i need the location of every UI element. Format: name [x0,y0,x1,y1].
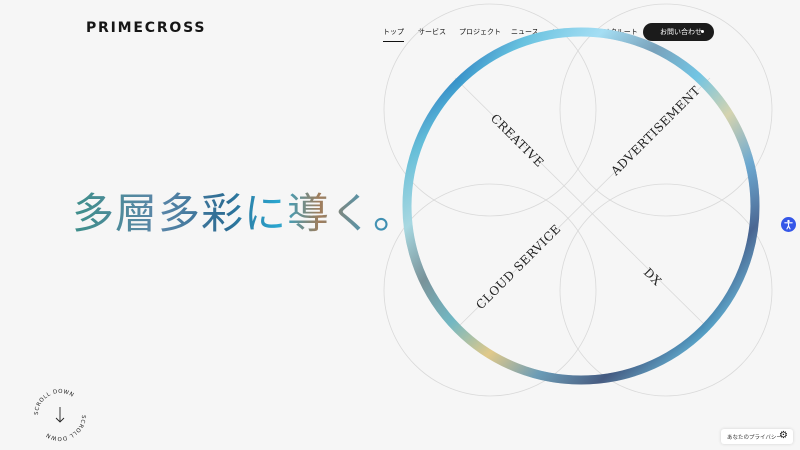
arrow-down-icon [55,407,65,423]
label-creative: CREATIVE [488,111,547,170]
accessibility-button[interactable] [781,217,796,232]
scroll-down-badge[interactable]: SCROLL DOWN SCROLL DOWN [30,385,90,445]
scroll-down-text-path-2: SCROLL DOWN [45,415,85,441]
scroll-down-text-path: SCROLL DOWN [34,389,74,415]
privacy-settings-button[interactable]: あなたのプライバシー ⚙ [721,429,793,444]
accessibility-icon [784,219,793,230]
gear-icon: ⚙ [779,430,788,441]
privacy-label: あなたのプライバシー [727,434,782,441]
hero-headline: 多層多彩に導く。 [72,180,416,241]
label-advertisement: ADVERTISEMENT [608,83,704,179]
label-cloud-service: CLOUD SERVICE [473,222,563,312]
scroll-down-text: SCROLL DOWN [34,389,75,415]
label-dx: DX [641,265,664,288]
scroll-down-text-2: SCROLL DOWN [45,415,86,441]
diagram-thin-rings [383,3,773,397]
